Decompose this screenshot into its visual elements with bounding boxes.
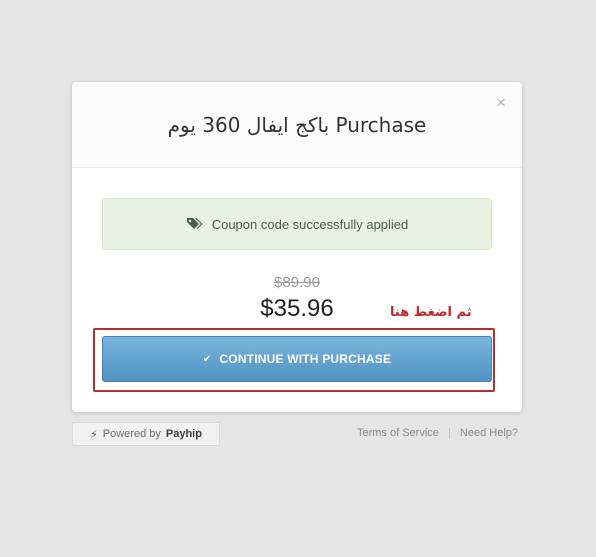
alert-text: Coupon code successfully applied [211,216,409,232]
footer-divider [448,427,450,439]
powered-by-payhip-badge[interactable]: ⚡ Powered by Payhip [72,422,220,446]
coupon-success-alert: Coupon code successfully applied [102,198,492,250]
modal-title: باكج ايفال 360 يوم Purchase [167,113,427,137]
check-icon: ✔ [202,353,212,365]
powered-brand: Payhip [165,428,202,440]
purchase-modal: باكج ايفال 360 يوم Purchase × Coupon cod… [72,82,522,412]
continue-purchase-button[interactable]: ✔ CONTINUE WITH PURCHASE [102,336,492,382]
original-price: $89.90 [274,274,320,291]
tag-icon [186,218,203,229]
terms-of-service-link[interactable]: Terms of Service [357,427,439,439]
modal-header: باكج ايفال 360 يوم Purchase × [72,82,522,168]
powered-prefix: Powered by [102,428,161,440]
continue-button-label: CONTINUE WITH PURCHASE [219,352,392,366]
bolt-icon: ⚡ [90,428,98,441]
annotation-text: ثم اضغط هنا [390,305,472,320]
need-help-link[interactable]: Need Help? [460,427,518,439]
close-button[interactable]: × [496,94,506,111]
footer-links: Terms of Service Need Help? [357,427,518,439]
